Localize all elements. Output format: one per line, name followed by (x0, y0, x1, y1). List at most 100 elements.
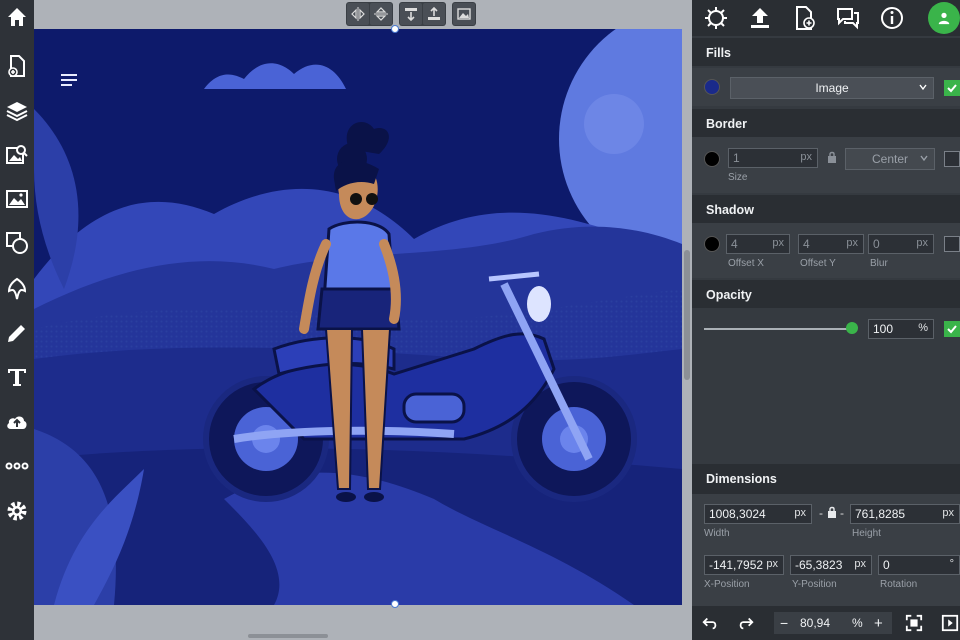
shadow-section: 4 px Offset X 4 px Offset Y 0 px Blur (692, 223, 960, 278)
rotation-value: 0 (883, 558, 890, 572)
link-dash-left: - (819, 506, 823, 520)
shadow-blur-label: Blur (870, 258, 888, 269)
aspect-lock-icon[interactable] (827, 506, 837, 518)
opacity-slider-track[interactable] (704, 328, 852, 330)
border-size-value: 1 (733, 151, 740, 165)
undo-icon[interactable] (700, 613, 720, 633)
width-input[interactable]: 1008,3024 px (704, 504, 812, 524)
settings-icon[interactable] (0, 494, 34, 528)
add-page-icon[interactable] (0, 49, 34, 83)
zoom-out-button[interactable]: − (780, 615, 788, 631)
height-value: 761,8285 (855, 507, 906, 521)
width-unit: px (794, 507, 806, 519)
check-icon (947, 325, 957, 334)
left-toolbar (0, 0, 34, 640)
shadow-offset-x-input[interactable]: 4 px (726, 234, 790, 254)
user-icon[interactable] (928, 2, 960, 34)
preview-icon[interactable] (940, 613, 960, 633)
shadow-offset-x-unit: px (772, 237, 784, 249)
height-label: Height (852, 528, 881, 539)
add-file-icon[interactable] (788, 2, 820, 34)
x-position-input[interactable]: -141,7952 px (704, 555, 784, 575)
shadow-enabled-checkbox[interactable] (944, 236, 960, 252)
opacity-value: 100 (873, 322, 894, 336)
y-position-input[interactable]: -65,3823 px (790, 555, 872, 575)
properties-panel: Fills Image Border 1 px Size Center Shad… (692, 0, 960, 640)
height-unit: px (942, 507, 954, 519)
app-window: Fills Image Border 1 px Size Center Shad… (0, 0, 960, 640)
info-icon[interactable] (876, 2, 908, 34)
border-enabled-checkbox[interactable] (944, 151, 960, 167)
opacity-header: Opacity (692, 280, 960, 308)
opacity-enabled-checkbox[interactable] (944, 321, 960, 337)
lock-icon[interactable] (827, 151, 837, 163)
rotation-unit: ° (949, 558, 954, 570)
border-section: 1 px Size Center (692, 137, 960, 193)
canvas-area[interactable] (34, 0, 692, 640)
home-icon[interactable] (0, 0, 34, 34)
image-icon[interactable] (0, 182, 34, 216)
upload-cloud-icon[interactable] (0, 405, 34, 439)
fills-header: Fills (692, 38, 960, 66)
x-position-value: -141,7952 (709, 558, 764, 572)
y-position-unit: px (854, 558, 866, 570)
shadow-offset-y-label: Offset Y (800, 258, 836, 269)
border-color-swatch[interactable] (704, 151, 720, 167)
fill-thumbnail[interactable] (704, 79, 720, 95)
shadow-blur-input[interactable]: 0 px (868, 234, 934, 254)
zoom-value[interactable]: 80,94 (800, 616, 830, 630)
shadow-offset-x-label: Offset X (728, 258, 764, 269)
canvas-toolbar (346, 2, 476, 26)
dimensions-section: 1008,3024 px Width - - 761,8285 px Heigh… (692, 494, 960, 606)
flip-vertical-icon[interactable] (370, 3, 392, 25)
resize-handle-bottom[interactable] (391, 600, 399, 608)
shadow-color-swatch[interactable] (704, 236, 720, 252)
flip-horizontal-icon[interactable] (347, 3, 369, 25)
fill-type-select[interactable]: Image (730, 77, 934, 99)
image-search-icon[interactable] (0, 138, 34, 172)
x-position-unit: px (766, 558, 778, 570)
border-position-select[interactable]: Center (845, 148, 935, 170)
fills-section: Image (692, 68, 960, 106)
shadow-blur-unit: px (916, 237, 928, 249)
y-position-value: -65,3823 (795, 558, 843, 572)
image-group (452, 2, 476, 26)
border-size-input[interactable]: 1 px (728, 148, 818, 168)
replace-image-icon[interactable] (453, 3, 475, 25)
zoom-in-button[interactable]: + (874, 615, 883, 632)
shadow-header: Shadow (692, 195, 960, 223)
more-icon[interactable] (0, 449, 34, 483)
shadow-offset-y-input[interactable]: 4 px (798, 234, 864, 254)
fill-enabled-checkbox[interactable] (944, 80, 960, 96)
vertical-scrollbar[interactable] (684, 250, 690, 380)
text-icon[interactable] (0, 360, 34, 394)
artwork-image[interactable] (34, 29, 682, 605)
bring-forward-icon[interactable] (423, 3, 445, 25)
layers-icon[interactable] (0, 94, 34, 128)
send-backward-icon[interactable] (400, 3, 422, 25)
horizontal-scrollbar[interactable] (248, 634, 328, 638)
check-icon (947, 84, 957, 93)
y-position-label: Y-Position (792, 579, 837, 590)
opacity-slider-knob[interactable] (846, 322, 858, 334)
clipart-icon[interactable] (0, 272, 34, 306)
comments-icon[interactable] (832, 2, 864, 34)
pencil-icon[interactable] (0, 316, 34, 350)
shadow-offset-y-value: 4 (803, 237, 810, 251)
rotation-input[interactable]: 0 ° (878, 555, 960, 575)
arrange-group (399, 2, 446, 26)
upload-icon[interactable] (744, 2, 776, 34)
fill-type-value: Image (815, 81, 849, 95)
x-position-label: X-Position (704, 579, 750, 590)
border-header: Border (692, 109, 960, 137)
resize-handle-top[interactable] (391, 25, 399, 33)
fit-screen-icon[interactable] (904, 613, 924, 633)
dimensions-header: Dimensions (692, 464, 960, 494)
effects-icon[interactable] (700, 2, 732, 34)
height-input[interactable]: 761,8285 px (850, 504, 960, 524)
shapes-icon[interactable] (0, 226, 34, 260)
redo-icon[interactable] (736, 613, 756, 633)
opacity-input[interactable]: 100 % (868, 319, 934, 339)
opacity-unit: % (918, 322, 928, 334)
zoom-unit: % (852, 616, 863, 630)
